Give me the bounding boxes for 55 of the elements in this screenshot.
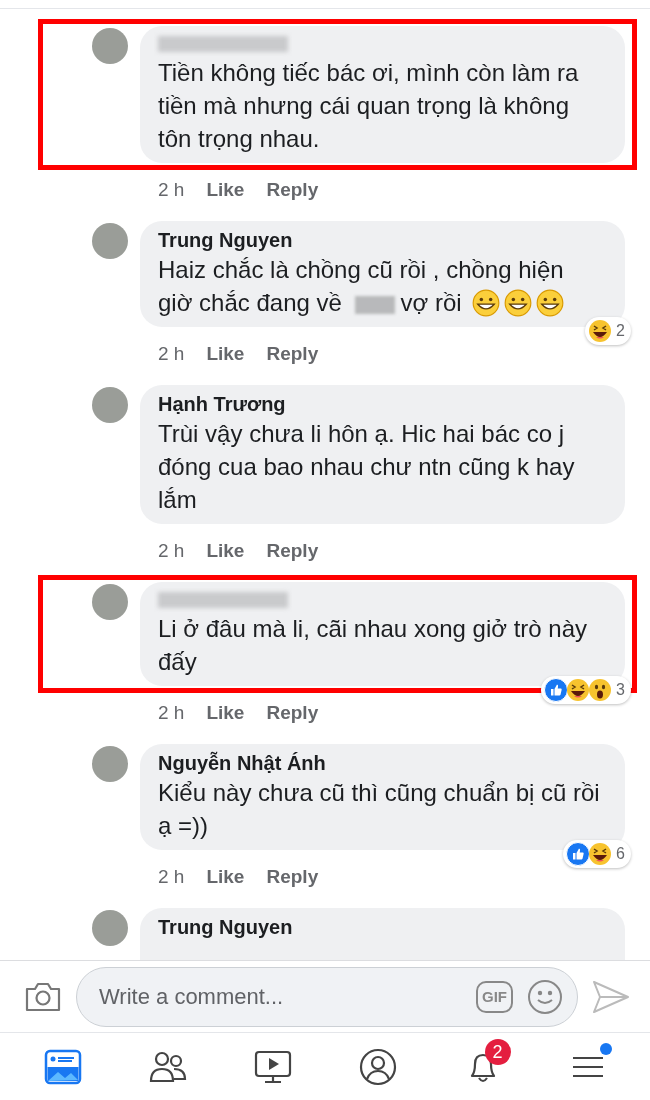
laughing-face-icon: [588, 842, 613, 866]
avatar[interactable]: [92, 28, 128, 64]
blurred-word: [354, 295, 395, 314]
reply-link[interactable]: Reply: [266, 701, 319, 725]
comment-text: Tiền không tiếc bác ơi, mình còn làm ra tiền mà nhưng cái quan trọng là không tôn trọng nhau.: [158, 59, 579, 152]
laughing-face-icon: [566, 678, 591, 702]
profile-icon: [357, 1046, 398, 1087]
avatar[interactable]: [92, 223, 128, 259]
grinning-face-icon: [536, 289, 565, 317]
comment-text: Trùi vậy chưa li hôn ạ. Hic hai bác co j đóng cua bao nhau chư ntn cũng k hay lắm: [158, 420, 575, 513]
reaction-summary[interactable]: 2: [585, 317, 631, 345]
nav-tab[interactable]: 2: [454, 1038, 511, 1095]
like-link[interactable]: Like: [206, 701, 245, 725]
comment-time: 2 h: [158, 701, 185, 725]
gif-button[interactable]: GIF: [476, 980, 513, 1013]
comment-text: Li ở đâu mà li, cãi nhau xong giở trò này đấy: [158, 615, 588, 675]
like-link[interactable]: Like: [206, 342, 245, 366]
like-link[interactable]: Like: [206, 539, 245, 563]
reaction-summary[interactable]: 3: [541, 676, 631, 704]
reply-link[interactable]: Reply: [266, 865, 319, 889]
commenter-name[interactable]: Nguyễn Nhật Ánh: [158, 750, 607, 776]
comment-time: 2 h: [158, 539, 185, 563]
avatar[interactable]: [92, 387, 128, 423]
laughing-face-icon: [588, 319, 613, 343]
reply-link[interactable]: Reply: [266, 178, 319, 202]
send-icon[interactable]: [592, 979, 630, 1014]
thumbs-up-icon: [544, 678, 569, 702]
comment-time: 2 h: [158, 178, 185, 202]
commenter-name[interactable]: Trung Nguyen: [158, 227, 607, 253]
grinning-face-icon: [472, 289, 501, 317]
commenter-name[interactable]: Trung Nguyen: [158, 914, 607, 940]
reaction-count: 3: [616, 680, 625, 700]
like-link[interactable]: Like: [206, 865, 245, 889]
emoji-icon[interactable]: [527, 978, 563, 1015]
comment-input[interactable]: Write a comment... GIF: [76, 966, 578, 1027]
avatar[interactable]: [92, 584, 128, 620]
comment-text: vợ rồi: [400, 288, 462, 318]
reaction-summary[interactable]: 6: [563, 840, 631, 868]
comment-time: 2 h: [158, 342, 185, 366]
comment-text: Haiz chắc là chồng cũ rồi , chồng hiện: [158, 255, 564, 285]
reply-link[interactable]: Reply: [266, 539, 319, 563]
commenter-name[interactable]: Hạnh Trương: [158, 391, 607, 417]
reaction-count: 6: [616, 844, 625, 864]
thumbs-up-icon: [566, 842, 591, 866]
surprised-face-icon: [588, 678, 613, 702]
reply-link[interactable]: Reply: [266, 342, 319, 366]
like-link[interactable]: Like: [206, 178, 245, 202]
avatar[interactable]: [92, 746, 128, 782]
comment-text: Kiểu này chưa cũ thì cũng chuẩn bị cũ rồi ạ =)): [158, 779, 600, 839]
avatar[interactable]: [92, 910, 128, 946]
notification-badge: 2: [484, 1038, 511, 1065]
reaction-count: 2: [616, 321, 625, 341]
comment-time: 2 h: [158, 865, 185, 889]
grinning-face-icon: [504, 289, 533, 317]
comment-text: giờ chắc đang về: [158, 288, 342, 318]
